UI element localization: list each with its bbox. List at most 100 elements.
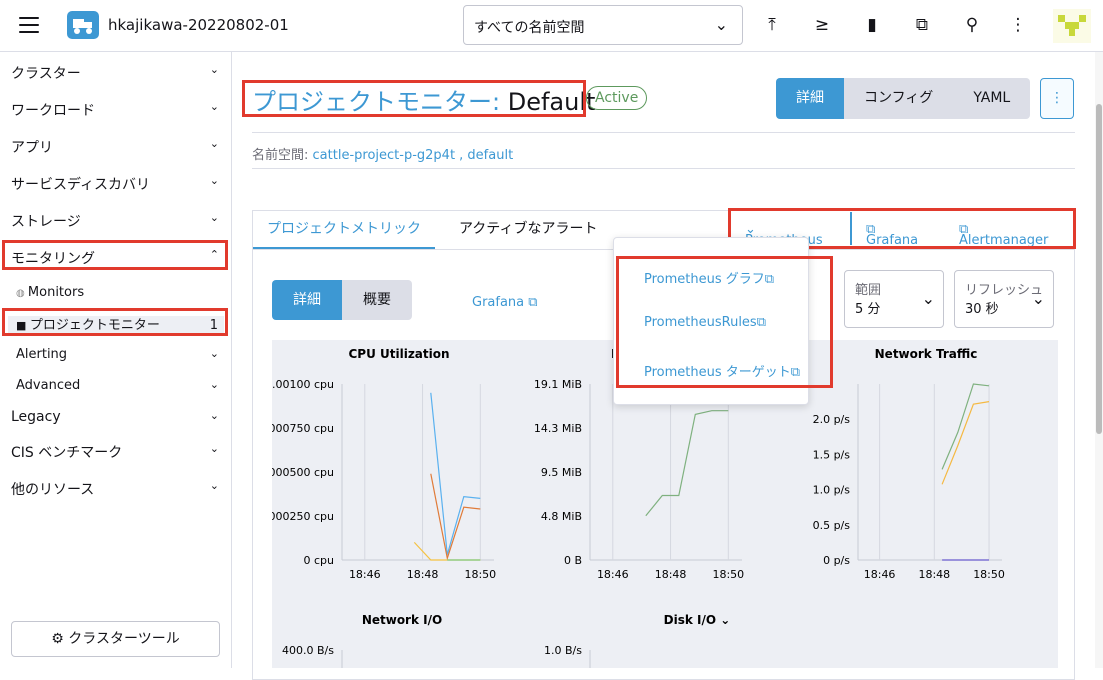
x-tick-label: 18:48 — [407, 568, 439, 581]
chevron-down-icon: ⌄ — [209, 347, 219, 360]
cluster-tools-button[interactable]: ⚙ クラスターツール — [11, 621, 220, 657]
gear-icon: ⚙ — [51, 631, 69, 647]
divider — [252, 168, 1075, 169]
kebab-menu-button[interactable]: ⋮ — [1040, 78, 1074, 119]
namespace-label: 名前空間: — [252, 148, 309, 163]
y-tick-label: 2.0 p/s — [813, 413, 851, 426]
x-tick-label: 18:46 — [349, 568, 381, 581]
y-tick-label: 14.3 MiB — [534, 422, 582, 435]
chevron-down-icon: ⌄ — [921, 289, 935, 308]
sidebar-item-service-discovery[interactable]: サービスディスカバリ ⌄ — [0, 174, 231, 194]
namespace-select-value: すべての名前空間 — [474, 20, 585, 36]
chevron-down-icon: ⌄ — [209, 100, 219, 113]
series-line — [645, 410, 729, 517]
y-tick-label: 1.0 p/s — [813, 484, 851, 497]
y-tick-label: 0 p/s — [823, 554, 850, 567]
monitors-icon: ◍ — [16, 288, 28, 299]
view-summary-button[interactable]: 概要 — [342, 280, 412, 320]
sidebar-item-label: ワークロード — [11, 103, 95, 119]
sidebar-item-apps[interactable]: アプリ ⌄ — [0, 137, 231, 157]
sidebar-item-label: CIS ベンチマーク — [11, 445, 123, 461]
x-tick-label: 18:48 — [655, 568, 687, 581]
highlight-box — [616, 256, 833, 388]
mode-detail-button[interactable]: 詳細 — [776, 78, 844, 119]
sidebar-item-label: Alerting — [16, 347, 68, 362]
highlight-box — [2, 240, 228, 270]
main-content: プロジェクトモニター: Default Active 詳細 コンフィグ YAML… — [232, 52, 1103, 680]
sidebar-item-label: Legacy — [11, 409, 61, 425]
chevron-down-icon: ⌄ — [209, 442, 219, 455]
sidebar: クラスター ⌄ ワークロード ⌄ アプリ ⌄ サービスディスカバリ ⌄ ストレージ ⌄ モ… — [0, 52, 232, 668]
view-detail-button[interactable]: 詳細 — [272, 280, 342, 320]
tab-active-alerts[interactable]: アクティブなアラート — [445, 211, 611, 249]
avatar[interactable] — [1053, 9, 1091, 43]
copy-icon[interactable]: ⧉ — [911, 14, 933, 36]
sidebar-item-monitors[interactable]: ◍ Monitors — [0, 285, 231, 300]
highlight-box — [242, 80, 586, 117]
cluster-tools-label: クラスターツール — [68, 631, 180, 647]
menu-icon[interactable] — [19, 17, 39, 33]
file-icon[interactable]: ▮ — [861, 14, 883, 36]
scrollbar[interactable] — [1095, 52, 1103, 668]
divider — [850, 212, 852, 245]
chart-title: CPU Utilization — [348, 347, 449, 361]
sidebar-item-label: Advanced — [16, 378, 81, 393]
chevron-down-icon: ⌄ — [209, 137, 219, 150]
y-tick-label: 0.000500 cpu — [272, 466, 334, 479]
x-tick-label: 18:50 — [464, 568, 496, 581]
shell-icon[interactable]: ≥ — [811, 14, 833, 36]
mode-button-group: 詳細 コンフィグ YAML — [776, 78, 1031, 119]
mode-yaml-button[interactable]: YAML — [953, 78, 1031, 119]
cluster-name: hkajikawa-20220802-01 — [108, 16, 289, 34]
sidebar-item-storage[interactable]: ストレージ ⌄ — [0, 211, 231, 231]
chevron-down-icon: ⌄ — [209, 174, 219, 187]
sidebar-item-workload[interactable]: ワークロード ⌄ — [0, 100, 231, 120]
grafana-dashboard-link[interactable]: Grafana ⧉ — [472, 295, 538, 310]
series-line — [430, 392, 481, 555]
sidebar-item-legacy[interactable]: Legacy ⌄ — [0, 409, 231, 425]
chevron-down-icon: ⌄ — [714, 15, 728, 34]
sidebar-item-alerting[interactable]: Alerting ⌄ — [0, 347, 231, 362]
more-icon[interactable]: ⋮ — [1007, 14, 1029, 36]
x-tick-label: 18:50 — [712, 568, 744, 581]
y-tick-label: 0.000750 cpu — [272, 422, 334, 435]
refresh-select[interactable]: リフレッシュ 30 秒 ⌄ — [954, 270, 1054, 328]
y-tick-label: 0.5 p/s — [813, 519, 851, 532]
chart-title: Network Traffic — [875, 347, 978, 361]
sidebar-item-advanced[interactable]: Advanced ⌄ — [0, 378, 231, 393]
range-select[interactable]: 範囲 5 分 ⌄ — [844, 270, 944, 328]
y-tick-label: 9.5 MiB — [541, 466, 582, 479]
series-line — [941, 401, 990, 485]
search-icon[interactable]: ⚲ — [961, 14, 983, 36]
sidebar-item-cluster[interactable]: クラスター ⌄ — [0, 63, 231, 83]
tab-project-metrics[interactable]: プロジェクトメトリック — [253, 211, 435, 249]
sidebar-item-cis-benchmark[interactable]: CIS ベンチマーク ⌄ — [0, 442, 231, 462]
namespace-select[interactable]: すべての名前空間 ⌄ — [463, 5, 743, 45]
sidebar-item-label: サービスディスカバリ — [11, 177, 151, 193]
divider — [252, 132, 1075, 133]
status-badge: Active — [586, 86, 648, 110]
y-tick-label: 1.5 p/s — [813, 448, 851, 461]
y-tick-label: 0.00100 cpu — [272, 378, 334, 391]
chart-title: Disk I/O ⌄ — [664, 613, 731, 627]
highlight-box — [2, 308, 228, 336]
namespace-line: 名前空間: cattle-project-p-g2p4t , default — [252, 144, 513, 163]
namespace-link[interactable]: cattle-project-p-g2p4t , default — [313, 148, 514, 163]
series-line — [430, 473, 481, 561]
sidebar-item-label: ストレージ — [11, 214, 81, 230]
sidebar-item-more-resources[interactable]: 他のリソース ⌄ — [0, 479, 231, 499]
y-tick-label: 0 B — [564, 554, 582, 567]
y-tick-label: 0.000250 cpu — [272, 510, 334, 523]
chevron-down-icon: ⌄ — [209, 63, 219, 76]
chevron-down-icon: ⌄ — [1031, 289, 1045, 308]
x-tick-label: 18:46 — [597, 568, 629, 581]
sidebar-item-label: クラスター — [11, 66, 81, 82]
y-tick-label: 4.8 MiB — [541, 510, 582, 523]
view-button-group: 詳細 概要 — [272, 280, 412, 320]
x-tick-label: 18:48 — [918, 568, 950, 581]
mode-config-button[interactable]: コンフィグ — [844, 78, 954, 119]
upload-icon[interactable]: ⤒ — [761, 14, 783, 36]
chevron-down-icon: ⌄ — [209, 479, 219, 492]
top-bar: hkajikawa-20220802-01 すべての名前空間 ⌄ ⤒ ≥ ▮ ⧉… — [0, 0, 1103, 52]
y-tick-label: 1.0 B/s — [544, 644, 582, 657]
